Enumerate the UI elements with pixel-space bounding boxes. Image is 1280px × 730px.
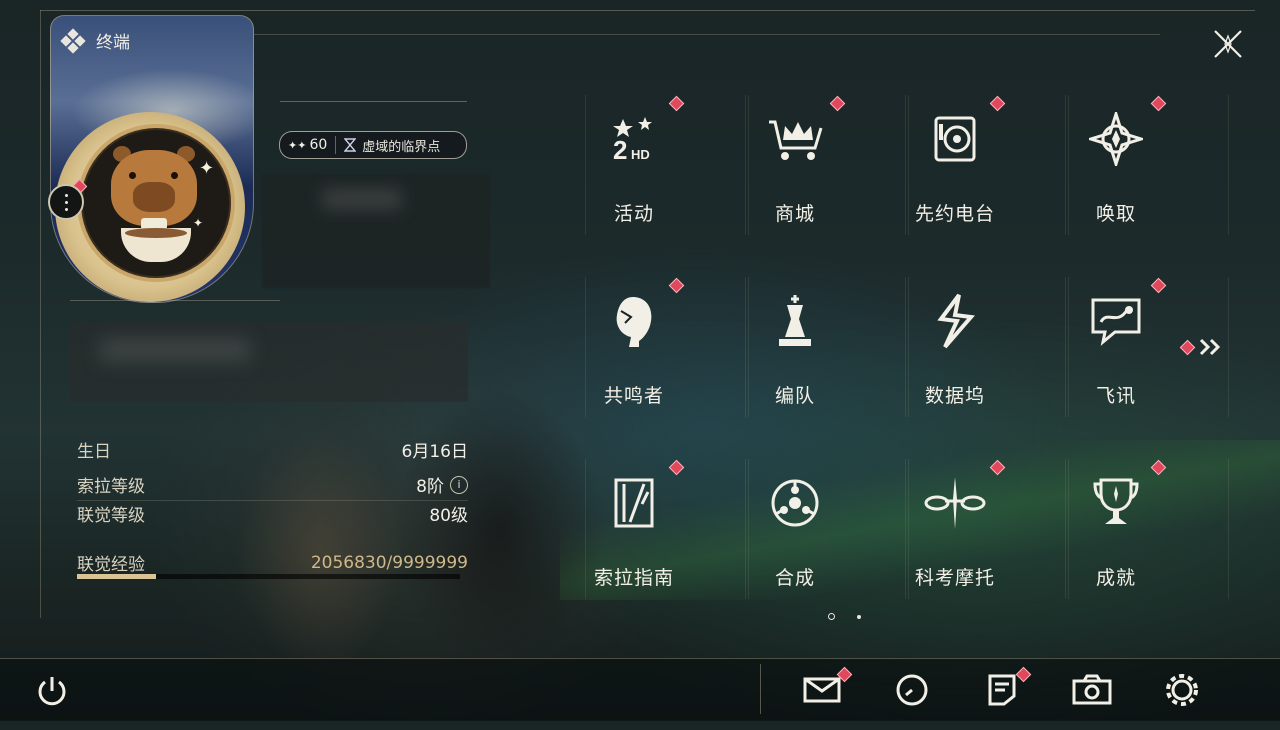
menu-label: 编队 [774,385,815,407]
menu-databank[interactable]: 数据坞 [895,278,1015,408]
menu-label: 合成 [774,567,815,589]
mail-icon [803,677,841,703]
resonator-head-icon [616,296,652,347]
frame-line-left [40,10,41,618]
menu-convene[interactable]: 唤取 [1056,96,1176,226]
exp-progress-bar [77,574,460,579]
menu-label: 数据坞 [924,385,985,407]
union-exp-label: 联觉经验 [77,555,145,575]
menu-label: 商城 [774,203,815,225]
terminal-header: 终端 [60,27,130,54]
page-dot[interactable] [857,614,861,619]
menu-shop[interactable]: 商城 [735,96,855,226]
mail-button[interactable] [802,670,842,710]
sola-level-row: 索拉等级 8阶 i [77,472,468,497]
synthesis-icon [771,479,819,526]
convene-compass-icon [1089,111,1143,166]
svg-text:2: 2 [613,135,627,165]
menu-label: 先约电台 [914,203,995,225]
menu-team[interactable]: 编队 [735,278,855,408]
menu-label: 飞讯 [1095,385,1136,407]
close-button[interactable] [1208,24,1248,64]
menu-synthesis[interactable]: 合成 [735,460,855,590]
sola-level-label: 索拉等级 [77,477,145,497]
shop-cart-crown-icon [769,120,823,160]
databank-icon [937,293,975,348]
info-icon[interactable]: i [450,475,468,494]
divider [280,101,467,102]
level-badge: ✦✦ 60 虚域的临界点 [279,131,467,159]
message-chat-icon [1091,298,1141,346]
star-icon: ✦✦ [288,138,307,152]
union-level-row: 联觉等级 80级 [77,501,468,526]
sola-level-value: 8阶 [416,477,444,497]
clock-button[interactable] [892,670,932,710]
menu-label: 索拉指南 [593,567,674,589]
page-dot-active[interactable] [828,613,835,620]
divider [70,300,280,301]
settings-gear-icon [1166,674,1198,706]
avatar: ✦ ✦ ✦ [77,124,235,282]
menu-label: 成就 [1095,567,1136,589]
close-icon [1214,30,1242,58]
menu-label: 科考摩托 [914,567,995,589]
guidebook-icon [614,478,654,527]
svg-text:HD: HD [631,147,650,162]
next-page-badge [1179,339,1196,355]
birthday-row: 生日 6月16日 [77,437,468,462]
frame-line-inner [250,34,1160,35]
menu-label: 活动 [613,203,654,225]
more-vertical-icon [64,192,68,213]
divider [760,664,761,714]
next-page-button[interactable] [1179,338,1223,356]
menu-motorbike[interactable]: 科考摩托 [895,460,1015,590]
union-level-label: 联觉等级 [77,506,145,526]
menu-radio[interactable]: 先约电台 [895,96,1015,226]
terminal-diamond-icon [60,27,86,54]
player-name-redacted [262,174,490,288]
power-button[interactable] [34,673,70,709]
menu-guidebook[interactable]: 索拉指南 [574,460,694,590]
zone-name: 虚域的临界点 [362,139,441,155]
trophy-icon [1093,478,1139,524]
event-2hd-icon: 2 HD [613,116,652,165]
motorbike-icon [924,476,986,529]
team-chess-icon [779,294,811,346]
radio-icon [934,116,976,161]
hourglass-icon [344,138,357,152]
double-chevron-right-icon [1199,338,1221,356]
notice-icon [988,674,1016,706]
union-exp-value: 2056830/9999999 [310,552,468,573]
camera-button[interactable] [1072,670,1112,710]
menu-achievements[interactable]: 成就 [1056,460,1176,590]
signature-redacted [70,322,468,402]
union-level-value-text: 80级 [429,506,468,526]
exp-progress-fill [77,574,156,579]
profile-avatar-card[interactable]: ✦ ✦ ✦ [50,15,254,303]
menu-resonators[interactable]: 共鸣者 [574,278,694,408]
birthday-label: 生日 [77,442,111,462]
menu-messages[interactable]: 飞讯 [1056,278,1176,408]
camera-icon [1072,674,1112,705]
menu-label: 共鸣者 [603,385,664,407]
pagination[interactable] [828,613,861,620]
menu-label: 唤取 [1095,203,1136,225]
clock-icon [896,674,928,706]
union-exp-row: 联觉经验 2056830/9999999 [77,550,468,576]
page-title: 终端 [96,33,130,53]
menu-events[interactable]: 2 HD 活动 [574,96,694,226]
union-level-value: 60 [309,137,328,153]
power-icon [38,677,66,706]
birthday-value: 6月16日 [401,442,468,462]
settings-button[interactable] [1162,670,1202,710]
notice-button[interactable] [982,670,1022,710]
frame-line-top [40,10,1255,11]
profile-more-button[interactable] [48,184,84,220]
